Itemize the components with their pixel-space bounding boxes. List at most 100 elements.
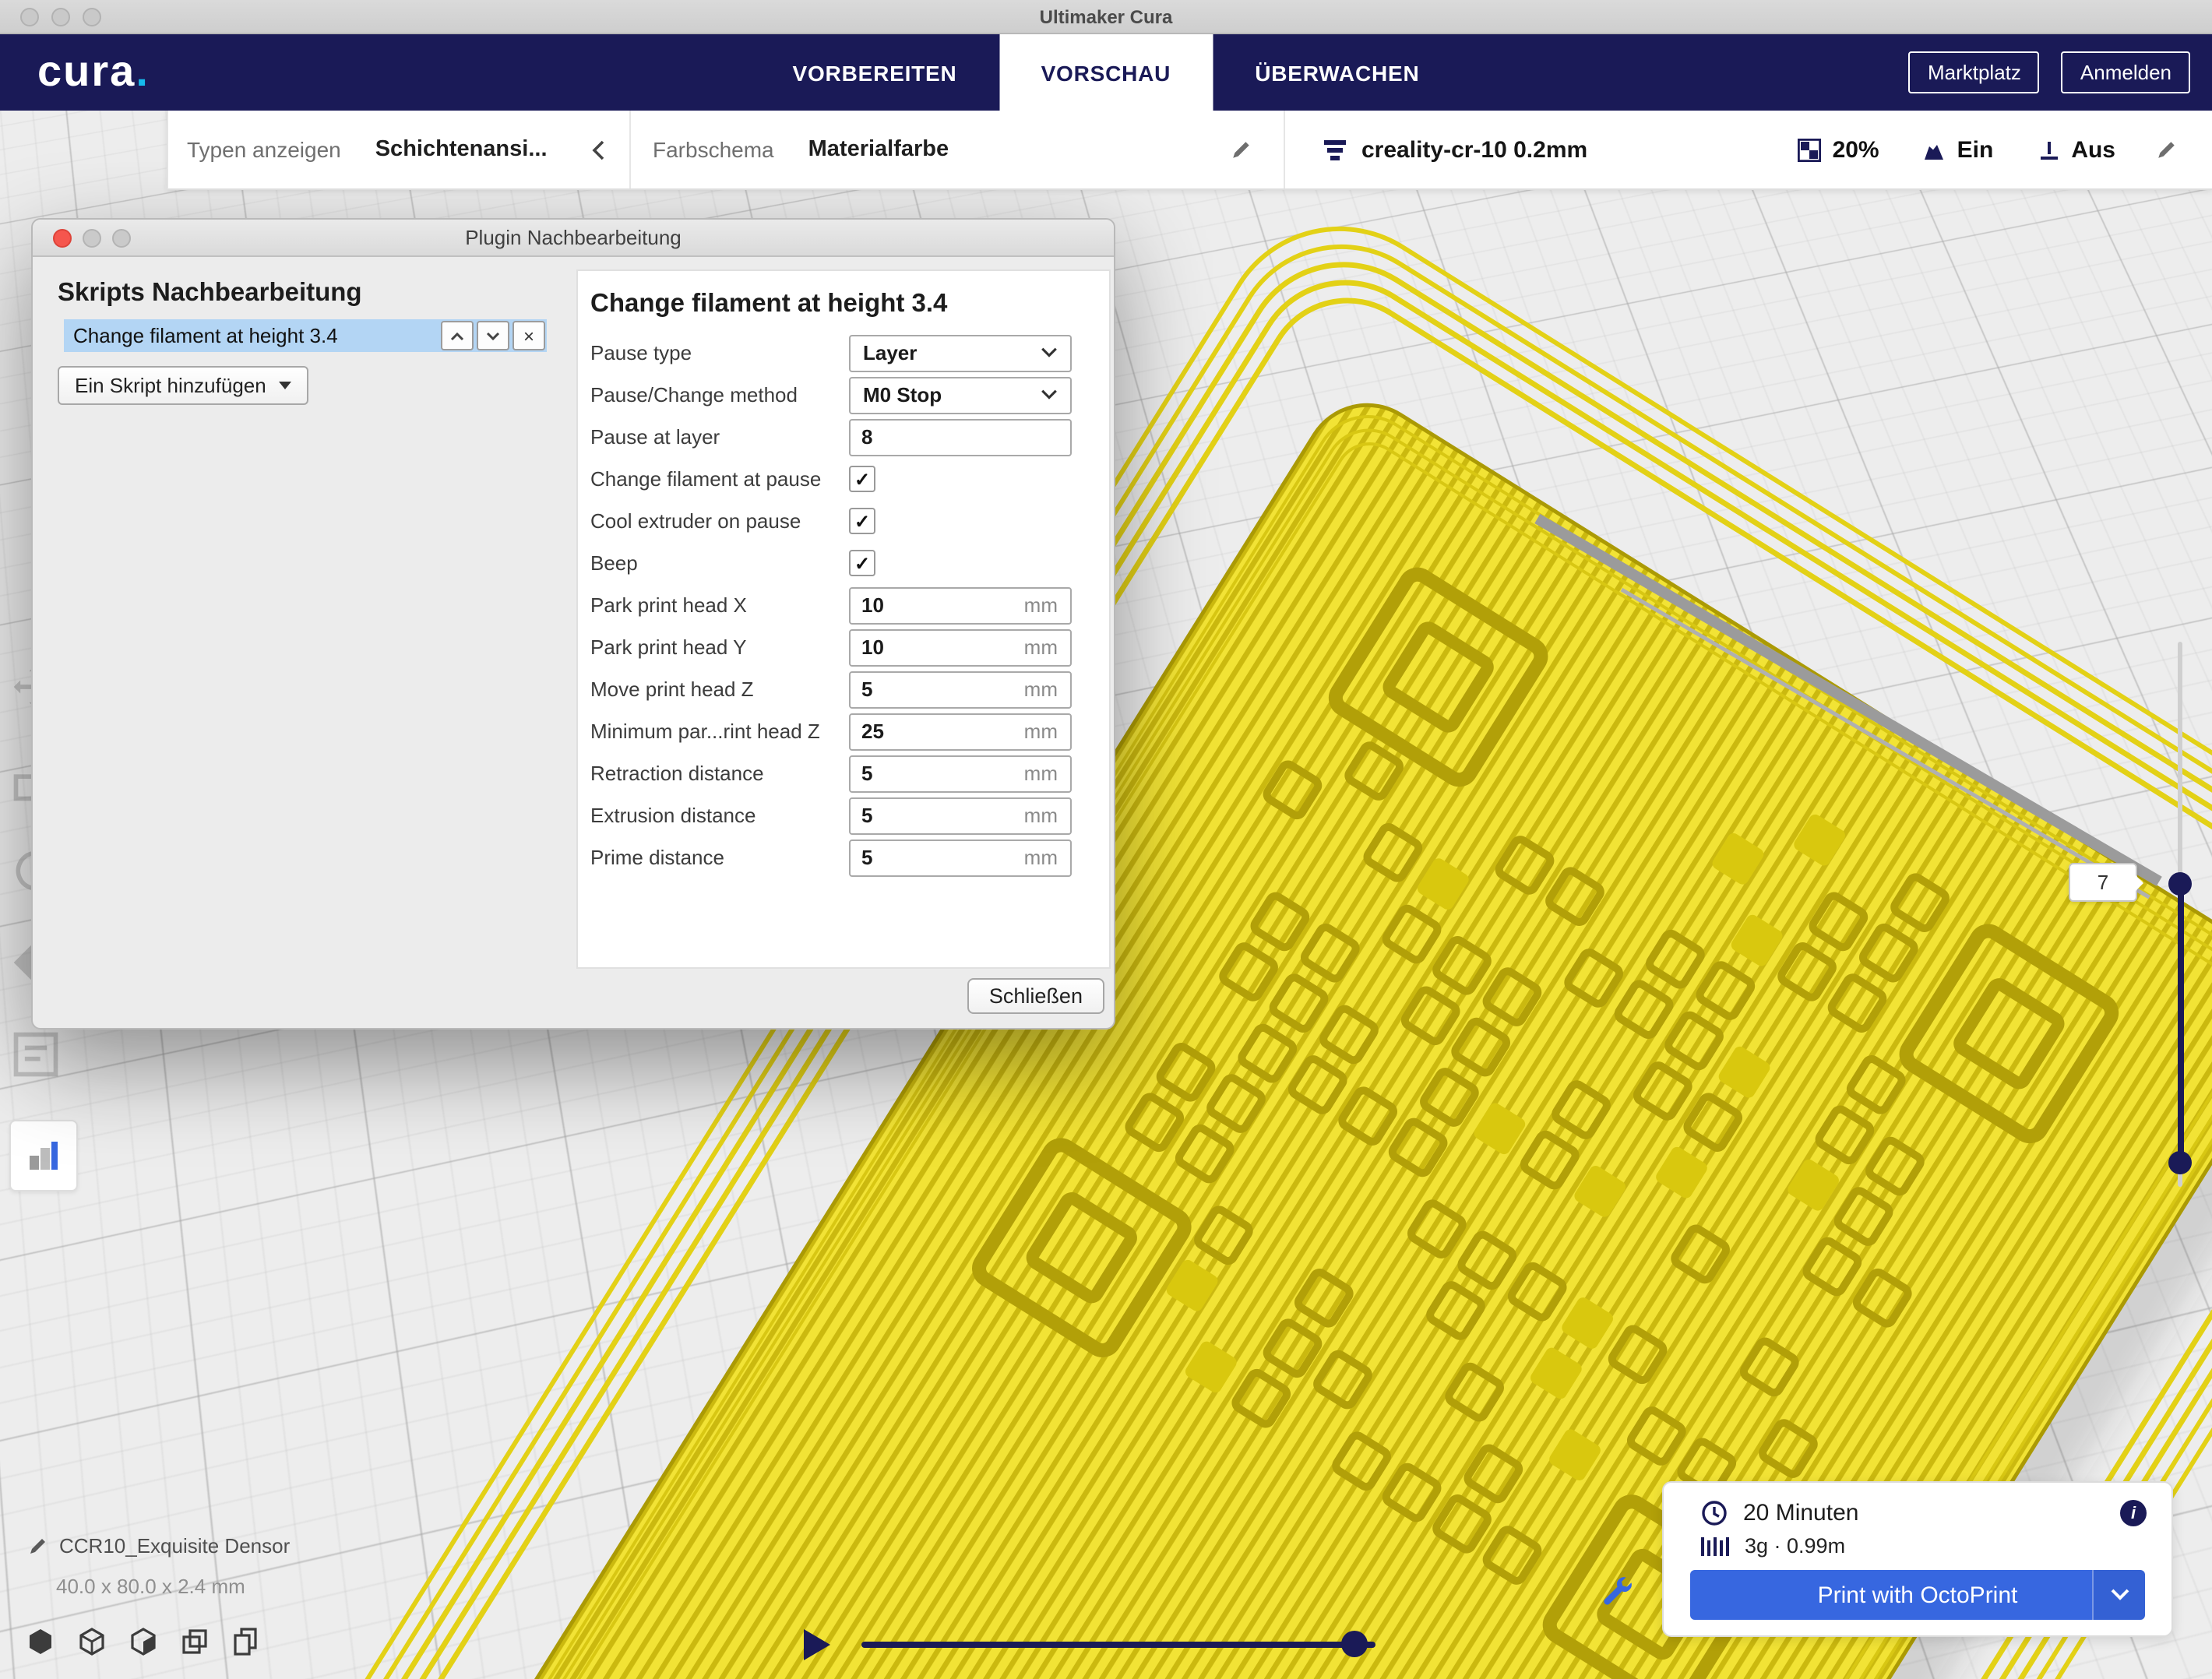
field-row: Pause/Change method M0 Stop: [578, 374, 1109, 416]
field-input[interactable]: [851, 804, 1024, 827]
rename-pencil-icon[interactable]: [28, 1536, 48, 1556]
play-button[interactable]: [804, 1629, 830, 1660]
dialog-titlebar[interactable]: Plugin Nachbearbeitung: [33, 220, 1114, 257]
field-row: Prime distance mm: [578, 836, 1109, 878]
field-input[interactable]: [851, 720, 1024, 743]
extrusion-distance-input[interactable]: mm: [849, 797, 1072, 834]
close-dialog-button[interactable]: Schließen: [967, 978, 1104, 1014]
infill-stat[interactable]: 20%: [1798, 136, 1879, 163]
field-input[interactable]: [851, 425, 1070, 449]
checkmark-icon: ✓: [854, 512, 870, 530]
prime-distance-input[interactable]: mm: [849, 839, 1072, 876]
pause-at-layer-input[interactable]: [849, 418, 1072, 456]
move-script-down-button[interactable]: [477, 321, 509, 350]
field-input[interactable]: [851, 593, 1024, 617]
signin-button[interactable]: Anmelden: [2062, 51, 2190, 93]
per-model-settings-icon[interactable]: [9, 1028, 62, 1081]
window-close-light[interactable]: [20, 8, 39, 26]
playback-timeline[interactable]: [861, 1642, 1375, 1648]
chevron-down-icon: [1041, 347, 1058, 358]
marketplace-button[interactable]: Marktplatz: [1909, 51, 2040, 93]
remove-script-button[interactable]: ×: [512, 321, 545, 350]
unit-suffix: mm: [1024, 593, 1070, 617]
field-label: Prime distance: [578, 846, 849, 869]
printer-profile[interactable]: creality-cr-10 0.2mm: [1361, 136, 1587, 163]
documents-icon[interactable]: [231, 1626, 262, 1657]
field-row: Move print head Z mm: [578, 668, 1109, 710]
infill-percent: 20%: [1833, 136, 1879, 163]
selected-script-row[interactable]: Change filament at height 3.4 ×: [64, 319, 547, 352]
unit-suffix: mm: [1024, 762, 1070, 785]
dialog-zoom-light[interactable]: [112, 229, 131, 248]
app-window: 7 CCR10_Exquisite Densor 40.0 x 80.0 x 2…: [0, 0, 2212, 1679]
chevron-down-icon: [1041, 389, 1058, 400]
edit-print-settings-icon[interactable]: [2156, 139, 2178, 160]
park-x-input[interactable]: mm: [849, 586, 1072, 624]
field-row: Retraction distance mm: [578, 752, 1109, 794]
field-label: Pause at layer: [578, 425, 849, 449]
field-input[interactable]: [851, 635, 1024, 659]
dialog-close-light[interactable]: [53, 229, 72, 248]
layer-slider-top-handle[interactable]: [2168, 872, 2192, 896]
playback-position-handle[interactable]: [1341, 1631, 1368, 1657]
field-input[interactable]: [851, 678, 1024, 701]
view-type-value[interactable]: Schichtenansi...: [375, 137, 548, 162]
add-script-button[interactable]: Ein Skript hinzufügen: [58, 366, 308, 405]
move-script-up-button[interactable]: [441, 321, 474, 350]
field-input[interactable]: [851, 846, 1024, 869]
layer-slider-range[interactable]: [2178, 885, 2184, 1163]
nozzle-layers-icon: [1323, 139, 1347, 160]
pause-type-select[interactable]: Layer: [849, 334, 1072, 371]
move-z-input[interactable]: mm: [849, 671, 1072, 708]
solid-cube-icon[interactable]: [25, 1626, 56, 1657]
tab-preview[interactable]: VORSCHAU: [999, 34, 1213, 111]
color-scheme-value[interactable]: Materialfarbe: [808, 137, 949, 162]
layer-slider-bottom-handle[interactable]: [2168, 1151, 2192, 1174]
model-name[interactable]: CCR10_Exquisite Densor: [59, 1534, 290, 1558]
tab-monitor[interactable]: ÜBERWACHEN: [1213, 34, 1461, 111]
outline-cube-icon[interactable]: [76, 1626, 107, 1657]
view-type-selector[interactable]: Typen anzeigen Schichtenansi...: [168, 111, 629, 188]
cool-extruder-checkbox[interactable]: ✓: [849, 508, 875, 534]
view-toolbar: Typen anzeigen Schichtenansi... Farbsche…: [167, 111, 2212, 190]
printer-settings-summary[interactable]: creality-cr-10 0.2mm 20% Ein Aus: [1284, 111, 2212, 188]
field-input[interactable]: [851, 762, 1024, 785]
unit-suffix: mm: [1024, 720, 1070, 743]
chevron-down-icon: [2110, 1589, 2129, 1601]
retraction-distance-input[interactable]: mm: [849, 755, 1072, 792]
minimum-park-z-input[interactable]: mm: [849, 713, 1072, 750]
adjust-tools-icon[interactable]: [1601, 1576, 1636, 1610]
stacked-squares-icon[interactable]: [179, 1626, 210, 1657]
color-scheme-label: Farbschema: [653, 137, 774, 162]
park-y-input[interactable]: mm: [849, 628, 1072, 666]
field-row: Change filament at pause ✓: [578, 458, 1109, 500]
field-label: Retraction distance: [578, 762, 849, 785]
field-label: Minimum par...rint head Z: [578, 720, 849, 743]
dialog-minimize-light[interactable]: [83, 229, 101, 248]
support-blocker-tool[interactable]: [9, 1120, 78, 1191]
color-scheme-selector[interactable]: Farbschema Materialfarbe: [629, 111, 1284, 188]
add-script-label: Ein Skript hinzufügen: [75, 374, 266, 397]
window-titlebar[interactable]: Ultimaker Cura: [0, 0, 2212, 34]
chevron-left-icon[interactable]: [592, 139, 604, 160]
checkmark-icon: ✓: [854, 470, 870, 488]
chevron-up-icon: [450, 331, 464, 340]
edit-pencil-icon[interactable]: [1231, 139, 1252, 160]
print-options-dropdown[interactable]: [2092, 1570, 2145, 1620]
window-zoom-light[interactable]: [83, 8, 101, 26]
support-state: Ein: [1957, 136, 1994, 163]
tab-prepare[interactable]: VORBEREITEN: [751, 34, 999, 111]
chevron-down-icon: [486, 331, 500, 340]
beep-checkbox[interactable]: ✓: [849, 550, 875, 576]
print-with-octoprint-button[interactable]: Print with OctoPrint: [1690, 1570, 2145, 1620]
window-minimize-light[interactable]: [51, 8, 70, 26]
change-filament-checkbox[interactable]: ✓: [849, 466, 875, 492]
pause-method-select[interactable]: M0 Stop: [849, 376, 1072, 414]
support-stat[interactable]: Ein: [1923, 136, 1994, 163]
adhesion-stat[interactable]: Aus: [2037, 136, 2115, 163]
face-cube-icon[interactable]: [128, 1626, 159, 1657]
layer-indicator-value: 7: [2098, 871, 2108, 894]
checkmark-icon: ✓: [854, 554, 870, 572]
material-estimate: 3g · 0.99m: [1745, 1534, 1845, 1558]
info-icon[interactable]: i: [2120, 1500, 2147, 1526]
